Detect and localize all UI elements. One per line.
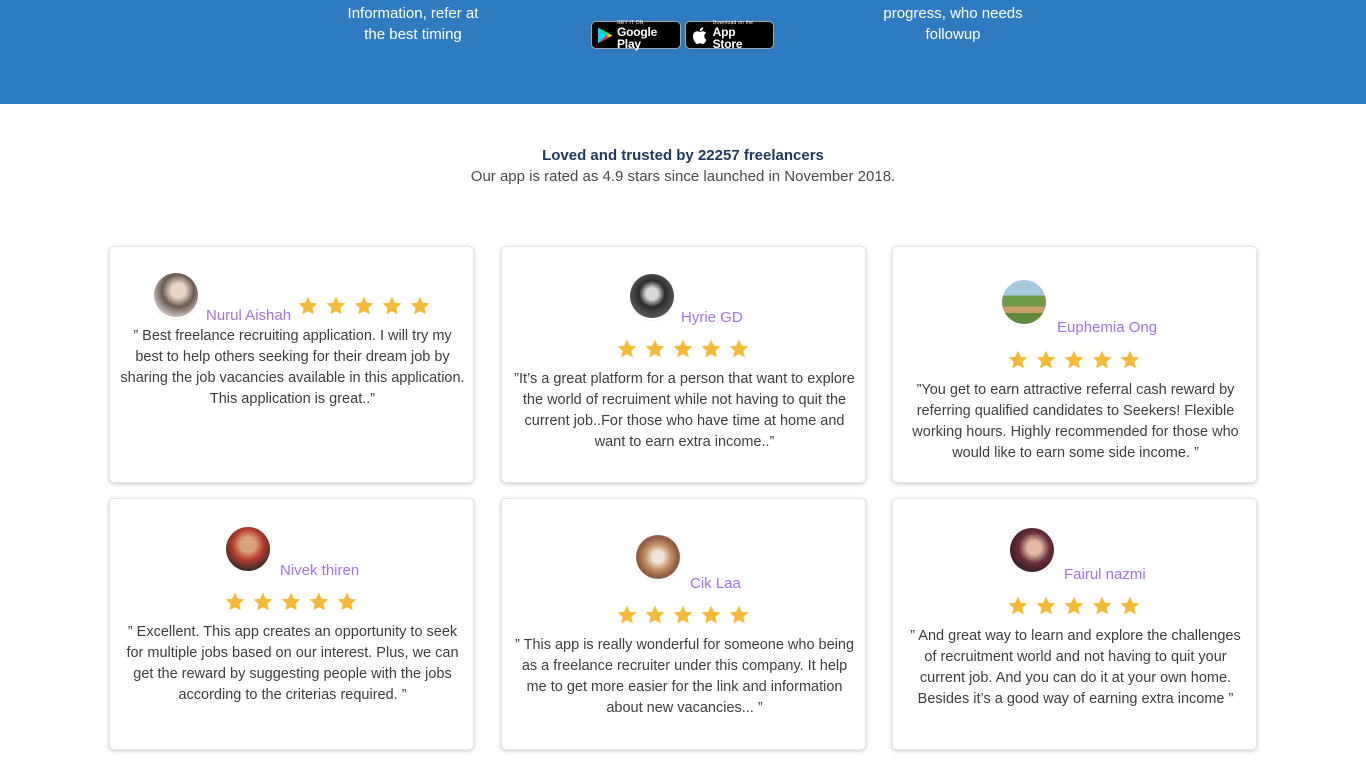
reviewer-name: Fairul nazmi <box>1064 566 1146 583</box>
star-icon <box>1008 596 1028 615</box>
reviewer-avatar <box>630 274 674 318</box>
reviewer-avatar <box>636 535 680 579</box>
review-card: Cik Laa ” This app is really wonderful f… <box>501 498 866 750</box>
star-icon <box>1092 596 1112 615</box>
star-rating <box>224 591 358 613</box>
reviewer-avatar <box>226 527 270 571</box>
review-card: Hyrie GD ”It’s a great platform for a pe… <box>501 246 866 483</box>
reviewer-name: Nurul Aishah <box>206 307 292 324</box>
review-card: Euphemia Ong ”You get to earn attractive… <box>892 246 1257 483</box>
testimonials-subtitle: Our app is rated as 4.9 stars since laun… <box>470 168 896 185</box>
star-icon <box>253 592 273 611</box>
star-icon <box>1036 350 1056 369</box>
star-icon <box>337 592 357 611</box>
star-icon <box>1120 350 1140 369</box>
badge-big-text: App Store <box>712 24 743 51</box>
star-rating <box>297 295 431 317</box>
feature-text-right: progress, who needs followup <box>853 3 1053 45</box>
star-icon <box>1092 350 1112 369</box>
badge-big-text: Google Play <box>617 24 658 51</box>
star-icon <box>298 296 318 315</box>
star-icon <box>701 339 721 358</box>
reviewer-avatar <box>1002 280 1046 324</box>
star-icon <box>645 339 665 358</box>
reviewer-name: Euphemia Ong <box>1057 319 1158 336</box>
review-card: Fairul nazmi ” And great way to learn an… <box>892 498 1257 750</box>
apple-icon <box>691 26 709 44</box>
app-banner: Information, refer at the best timing GE… <box>0 0 1366 104</box>
reviewer-name: Hyrie GD <box>681 309 743 326</box>
feature-text-line: followup <box>925 26 981 43</box>
star-icon <box>1008 350 1028 369</box>
review-card: Nivek thiren ” Excellent. This app creat… <box>109 498 474 750</box>
reviewer-name: Cik Laa <box>690 575 741 592</box>
reviewer-avatar <box>154 273 198 317</box>
star-icon <box>645 605 665 624</box>
star-icon <box>617 605 637 624</box>
feature-text-line: progress, who needs <box>883 5 1023 22</box>
review-text: ”It’s a great platform for a person that… <box>514 371 855 450</box>
review-card: Nurul Aishah ” Best freelance recruiting… <box>109 246 474 483</box>
star-icon <box>382 296 402 315</box>
star-icon <box>701 605 721 624</box>
star-rating <box>616 604 750 626</box>
reviewer-name: Nivek thiren <box>280 562 360 579</box>
google-play-text: GET IT ON Google Play <box>617 20 674 51</box>
star-icon <box>1120 596 1140 615</box>
review-text: ” Best freelance recruiting application.… <box>120 328 465 407</box>
star-rating <box>1007 349 1141 371</box>
testimonials-title: Loved and trusted by 22257 freelancers <box>542 147 824 164</box>
star-icon <box>729 605 749 624</box>
star-icon <box>729 339 749 358</box>
star-rating <box>616 338 750 360</box>
star-icon <box>309 592 329 611</box>
star-icon <box>1064 596 1084 615</box>
feature-text-line: Information, refer at <box>347 5 479 22</box>
review-text: ” And great way to learn and explore the… <box>910 628 1241 707</box>
star-icon <box>225 592 245 611</box>
star-icon <box>617 339 637 358</box>
google-play-badge[interactable]: GET IT ON Google Play <box>591 20 681 51</box>
review-text: ” This app is really wonderful for someo… <box>514 637 855 716</box>
google-play-icon <box>597 26 613 44</box>
star-rating <box>1007 595 1141 617</box>
star-icon <box>1064 350 1084 369</box>
review-text: ” Excellent. This app creates an opportu… <box>126 624 459 703</box>
review-text: ”You get to earn attractive referral cas… <box>912 382 1239 461</box>
feature-text-line: the best timing <box>364 26 462 43</box>
star-icon <box>1036 596 1056 615</box>
star-icon <box>410 296 430 315</box>
star-icon <box>673 339 693 358</box>
star-icon <box>281 592 301 611</box>
reviewer-avatar <box>1010 528 1054 572</box>
app-store-text: Download on the App Store <box>712 20 767 51</box>
app-store-badge[interactable]: Download on the App Store <box>685 20 774 51</box>
feature-text-left: Information, refer at the best timing <box>323 3 503 45</box>
star-icon <box>673 605 693 624</box>
star-icon <box>326 296 346 315</box>
star-icon <box>354 296 374 315</box>
